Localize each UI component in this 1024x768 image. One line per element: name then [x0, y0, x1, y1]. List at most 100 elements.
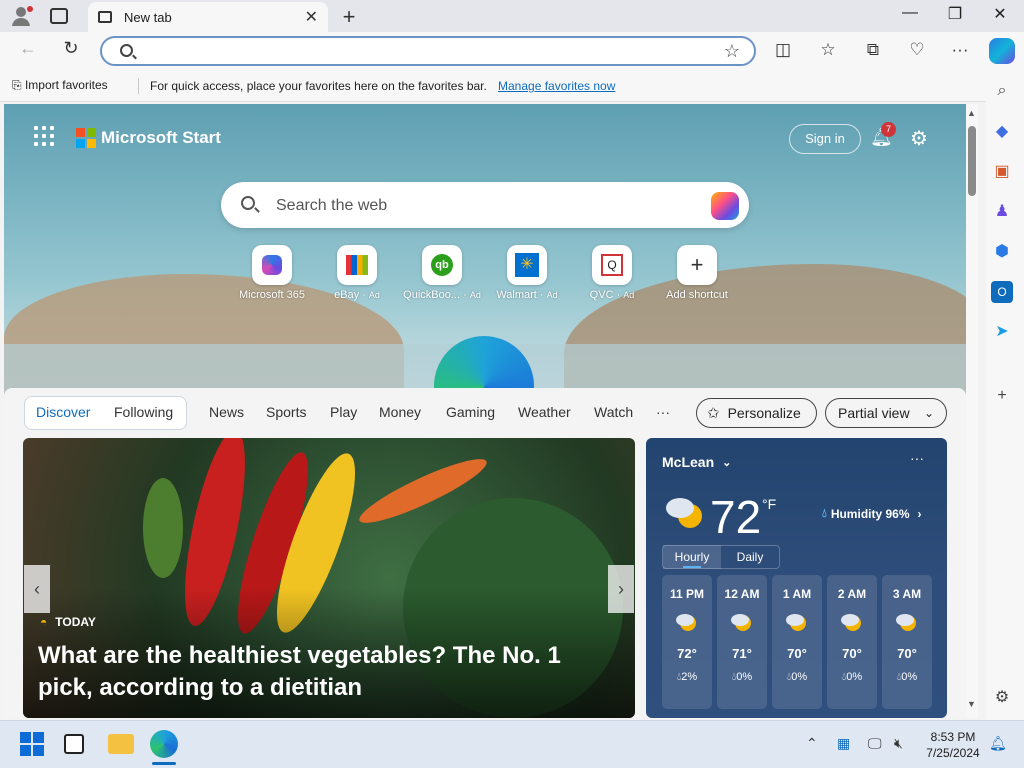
view-label: Partial view	[838, 405, 910, 421]
nav-money[interactable]: Money	[379, 404, 421, 420]
humidity-value: Humidity 96%	[830, 506, 910, 521]
scroll-up-icon[interactable]: ▲	[967, 108, 976, 118]
shopping-tag-icon[interactable]: ◆	[991, 121, 1013, 143]
hourly-forecast-item: 12 AM 71° 💧︎0%	[717, 575, 767, 709]
notification-center-icon[interactable]: 🔔︎	[989, 735, 1007, 752]
partly-cloudy-night-icon	[676, 614, 696, 631]
copilot-icon[interactable]	[711, 192, 739, 220]
scrollbar-thumb[interactable]	[968, 126, 976, 196]
more-menu-icon[interactable]: ···	[948, 40, 972, 60]
forecast-precip: 💧︎0%	[731, 671, 753, 683]
tab-following[interactable]: Following	[114, 404, 173, 420]
manage-favorites-link[interactable]: Manage favorites now	[498, 79, 615, 93]
nav-watch[interactable]: Watch	[594, 404, 633, 420]
nav-weather[interactable]: Weather	[518, 404, 571, 420]
import-favorites-button[interactable]: ⎘ Import favorites	[12, 78, 108, 93]
refresh-button[interactable]: ↻	[58, 38, 84, 59]
favorites-bar-message: For quick access, place your favorites h…	[150, 79, 487, 93]
start-icon[interactable]	[20, 732, 48, 760]
tab-daily[interactable]: Daily	[721, 545, 779, 569]
article-headline[interactable]: What are the healthiest vegetables? The …	[38, 640, 618, 704]
send-icon[interactable]: ➤	[991, 321, 1013, 343]
sidebar-settings-icon[interactable]: ⚙	[991, 687, 1013, 709]
forecast-temp: 70°	[842, 646, 862, 661]
add-sidebar-app-icon[interactable]: +	[991, 385, 1013, 407]
browser-essentials-icon[interactable]: ♡	[905, 40, 929, 60]
new-tab-button[interactable]: +	[338, 4, 360, 30]
network-icon[interactable]: 🖵︎	[868, 735, 882, 752]
split-screen-icon[interactable]: ◫	[771, 40, 795, 60]
notification-badge: 7	[881, 122, 896, 137]
weather-more-icon[interactable]: ···	[910, 450, 924, 466]
search-placeholder[interactable]: Search the web	[276, 197, 387, 215]
brand-title[interactable]: Microsoft Start	[101, 128, 221, 148]
page-scrollbar[interactable]	[966, 104, 978, 718]
taskbar-clock[interactable]: 8:53 PM 7/25/2024	[920, 729, 986, 761]
quick-link-label: Add shortcut	[666, 289, 728, 301]
tools-icon[interactable]: ▣	[991, 161, 1013, 183]
app-launcher-icon[interactable]	[34, 126, 54, 146]
tab-discover[interactable]: Discover	[36, 404, 90, 420]
collections-icon[interactable]: ⧉	[861, 40, 885, 60]
edge-taskbar-icon[interactable]	[150, 730, 178, 758]
show-hidden-icons[interactable]: ⌃	[806, 735, 818, 752]
close-window-button[interactable]: ✕	[982, 4, 1018, 24]
app-tray-icon[interactable]: ▦	[837, 735, 850, 752]
droplet-icon: 💧︎	[822, 506, 827, 520]
partly-cloudy-night-icon	[896, 614, 916, 631]
scroll-down-icon[interactable]: ▼	[967, 699, 976, 709]
forecast-precip: 💧︎2%	[676, 671, 698, 683]
ebay-icon	[337, 245, 377, 285]
sidebar-search-icon[interactable]: ⌕	[991, 80, 1013, 102]
forecast-temp: 70°	[897, 646, 917, 661]
add-shortcut[interactable]: + Add shortcut	[647, 245, 747, 301]
copilot-icon[interactable]	[989, 38, 1015, 64]
active-app-indicator	[152, 762, 176, 765]
nav-more[interactable]: ···	[656, 404, 670, 420]
address-bar[interactable]: ☆	[100, 36, 756, 66]
forecast-time: 2 AM	[837, 587, 867, 601]
page-settings-icon[interactable]: ⚙	[910, 126, 928, 151]
file-explorer-icon[interactable]	[108, 734, 134, 754]
task-view-icon[interactable]	[64, 734, 84, 754]
forecast-time: 3 AM	[892, 587, 922, 601]
forecast-precip: 💧︎0%	[841, 671, 863, 683]
favorite-star-icon[interactable]: ☆	[724, 41, 740, 62]
view-dropdown[interactable]: Partial view ⌄	[825, 398, 947, 428]
humidity-link[interactable]: 💧︎ Humidity 96% ›	[822, 506, 922, 521]
tab-actions-icon[interactable]	[50, 8, 68, 24]
close-tab-icon[interactable]: ✕	[305, 7, 318, 27]
nav-sports[interactable]: Sports	[266, 404, 306, 420]
forecast-precip: 💧︎0%	[786, 671, 808, 683]
city-name: McLean	[662, 454, 715, 470]
favorites-icon[interactable]: ☆	[816, 40, 840, 60]
outlook-icon[interactable]: O	[991, 281, 1013, 303]
microsoft-logo-icon	[76, 128, 96, 148]
forecast-time: 11 PM	[669, 587, 705, 601]
minimize-button[interactable]: —	[892, 4, 928, 22]
microsoft365-icon[interactable]: ⬢	[991, 241, 1013, 263]
web-search-box[interactable]: Search the web	[221, 182, 749, 228]
nav-gaming[interactable]: Gaming	[446, 404, 495, 420]
forecast-temp: 71°	[732, 646, 752, 661]
tab-hourly[interactable]: Hourly	[663, 545, 721, 569]
volume-muted-icon[interactable]: 🔇︎	[894, 735, 903, 752]
nav-news[interactable]: News	[209, 404, 244, 420]
weather-location[interactable]: McLean ⌄	[662, 454, 731, 470]
source-name: TODAY	[55, 615, 96, 629]
cucumber-shape	[143, 478, 183, 578]
carousel-next-button[interactable]: ›	[608, 565, 634, 613]
restore-button[interactable]: ❐	[937, 4, 973, 24]
games-icon[interactable]: ♟	[991, 201, 1013, 223]
favorites-bar: ⎘ Import favorites For quick access, pla…	[0, 70, 986, 102]
carousel-prev-button[interactable]: ‹	[24, 565, 50, 613]
quickbooks-icon: qb	[422, 245, 462, 285]
hourly-forecast-item: 2 AM 70° 💧︎0%	[827, 575, 877, 709]
personalize-button[interactable]: ✩ Personalize	[696, 398, 817, 428]
profile-icon[interactable]	[10, 5, 34, 27]
nav-play[interactable]: Play	[330, 404, 357, 420]
sign-in-button[interactable]: Sign in	[789, 124, 861, 154]
search-icon	[120, 44, 133, 57]
back-button[interactable]: ←	[15, 38, 41, 59]
tab-new-tab[interactable]: New tab ✕	[88, 2, 328, 32]
